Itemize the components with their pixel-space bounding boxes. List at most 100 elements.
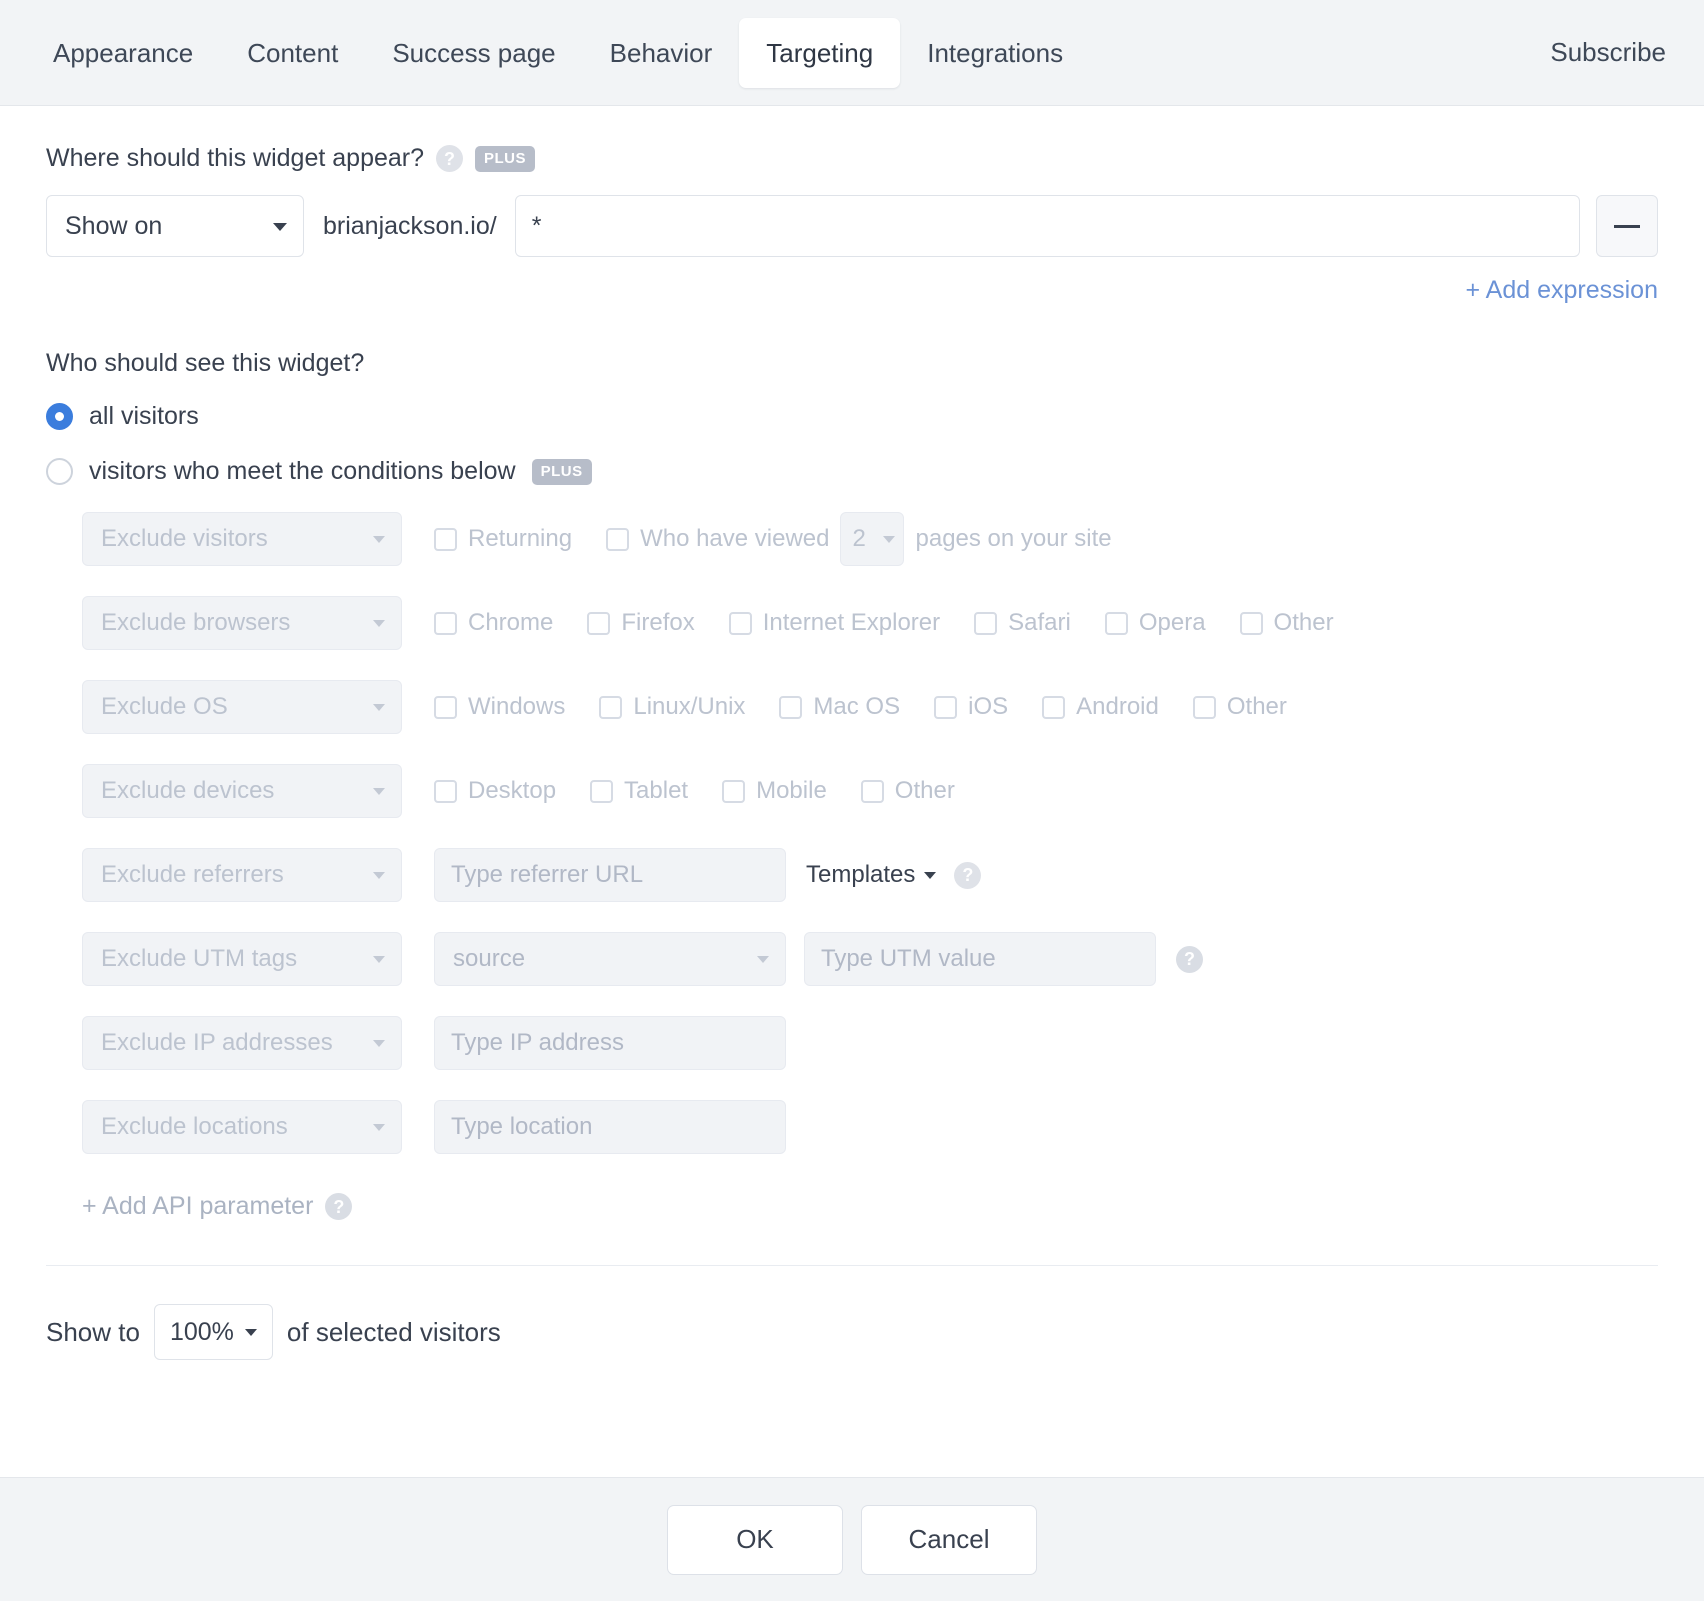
add-expression-link[interactable]: + Add expression <box>46 276 1659 305</box>
condition-row-referrers: Exclude referrers Type referrer URL Temp… <box>82 848 1658 902</box>
tab-behavior[interactable]: Behavior <box>583 18 740 88</box>
checkbox-item-returning: Returning <box>434 525 572 553</box>
radio-icon-all-visitors[interactable] <box>46 403 73 430</box>
checkbox-icon-windows <box>434 695 457 719</box>
dialog-footer: OK Cancel <box>0 1477 1704 1601</box>
pages-suffix-label: pages on your site <box>915 525 1112 552</box>
checkbox-label-mac-os: Mac OS <box>813 693 901 720</box>
checkbox-icon-opera <box>1104 611 1128 635</box>
checkbox-icon-linux-unix <box>599 695 623 719</box>
plus-badge: PLUS <box>475 145 536 172</box>
referrer-url-input: Type referrer URL <box>434 848 786 902</box>
checkbox-label-os-other: Other <box>1226 693 1287 720</box>
url-pattern-input[interactable] <box>514 195 1580 257</box>
checkbox-item-mobile: Mobile <box>722 777 827 805</box>
where-question-row: Where should this widget appear? ? PLUS <box>46 144 1658 173</box>
show-to-prefix-label: Show to <box>46 1316 140 1347</box>
location-input: Type location <box>434 1100 786 1154</box>
checkbox-icon-mac-os <box>779 695 803 719</box>
chevron-down-icon <box>373 956 385 963</box>
checkbox-label-viewed-pages: Who have viewed <box>640 525 830 552</box>
tab-appearance[interactable]: Appearance <box>26 18 220 88</box>
utm-value-placeholder: Type UTM value <box>821 945 996 972</box>
radio-label-conditions: visitors who meet the conditions below <box>89 457 516 485</box>
checkbox-item-firefox: Firefox <box>587 609 695 637</box>
chevron-down-icon <box>882 536 895 543</box>
exclude-browsers-select-value: Exclude browsers <box>101 609 291 636</box>
section-divider <box>46 1265 1658 1266</box>
checkbox-item-tablet: Tablet <box>590 777 688 805</box>
exclude-utm-tags-select-value: Exclude UTM tags <box>101 945 298 972</box>
ok-button[interactable]: OK <box>667 1504 843 1575</box>
checkbox-item-os-other: Other <box>1192 693 1287 721</box>
exclude-devices-select-value: Exclude devices <box>101 777 275 804</box>
checkbox-icon-firefox <box>587 611 611 635</box>
targeting-panel: Where should this widget appear? ? PLUS … <box>0 106 1704 1477</box>
checkbox-label-tablet: Tablet <box>624 777 689 804</box>
referrer-url-placeholder: Type referrer URL <box>451 861 644 888</box>
checkbox-label-ios: iOS <box>968 693 1009 720</box>
exclude-locations-select: Exclude locations <box>82 1100 402 1154</box>
checkbox-icon-chrome <box>434 611 457 635</box>
question-mark-icon[interactable]: ? <box>325 1193 353 1220</box>
question-mark-icon[interactable]: ? <box>1176 945 1203 973</box>
tab-success-page[interactable]: Success page <box>365 18 582 88</box>
exclude-ip-addresses-select: Exclude IP addresses <box>82 1016 402 1070</box>
show-on-rule-row: Show on brianjackson.io/ <box>46 195 1658 257</box>
show-to-percent-value: 100% <box>169 1317 234 1346</box>
chevron-down-icon <box>273 223 287 231</box>
ip-address-input: Type IP address <box>434 1016 786 1070</box>
exclude-os-select: Exclude OS <box>82 680 402 734</box>
remove-expression-button[interactable] <box>1596 195 1658 257</box>
checkbox-icon-safari <box>974 611 998 635</box>
condition-row-browsers: Exclude browsers Chrome Firefox Internet <box>82 596 1658 650</box>
checkbox-item-mac-os: Mac OS <box>779 693 900 721</box>
radio-option-conditions[interactable]: visitors who meet the conditions below P… <box>46 457 1658 486</box>
exclude-referrers-select-value: Exclude referrers <box>101 861 284 888</box>
condition-row-devices: Exclude devices Desktop Tablet Mobile Ot… <box>82 764 1658 818</box>
checkbox-icon-ios <box>934 695 958 719</box>
checkbox-item-linux-unix: Linux/Unix <box>599 693 745 721</box>
templates-dropdown[interactable]: Templates ? <box>806 861 982 889</box>
tab-targeting[interactable]: Targeting <box>739 17 901 88</box>
tab-list: Appearance Content Success page Behavior… <box>26 0 1090 105</box>
pages-count-value: 2 <box>852 525 866 552</box>
chevron-down-icon <box>924 871 937 879</box>
radio-option-all-visitors[interactable]: all visitors <box>46 402 1658 431</box>
checkbox-label-returning: Returning <box>468 525 573 552</box>
exclude-visitors-select: Exclude visitors <box>82 512 402 566</box>
checkbox-icon-desktop <box>434 779 457 803</box>
checkbox-icon-device-other <box>860 779 884 803</box>
question-mark-icon[interactable]: ? <box>954 861 982 889</box>
utm-field-select-value: source <box>453 945 526 972</box>
checkbox-item-ios: iOS <box>934 693 1008 721</box>
tab-integrations[interactable]: Integrations <box>900 18 1090 88</box>
exclude-visitors-select-value: Exclude visitors <box>101 525 268 552</box>
cancel-button[interactable]: Cancel <box>861 1504 1037 1575</box>
checkbox-label-desktop: Desktop <box>468 777 557 804</box>
question-mark-icon[interactable]: ? <box>436 145 464 172</box>
exclude-locations-select-value: Exclude locations <box>101 1113 288 1140</box>
os-options: Windows Linux/Unix Mac OS iOS Android Ot… <box>434 693 1287 721</box>
radio-label-all-visitors: all visitors <box>89 402 199 430</box>
show-to-percent-select[interactable]: 100% <box>153 1304 273 1360</box>
checkbox-item-android: Android <box>1042 693 1159 721</box>
show-on-select[interactable]: Show on <box>46 195 304 257</box>
tab-content[interactable]: Content <box>220 18 365 88</box>
checkbox-label-safari: Safari <box>1008 609 1071 636</box>
subscribe-button[interactable]: Subscribe <box>1538 37 1678 68</box>
checkbox-label-internet-explorer: Internet Explorer <box>762 609 941 636</box>
condition-row-locations: Exclude locations Type location <box>82 1100 1658 1154</box>
exclude-browsers-select: Exclude browsers <box>82 596 402 650</box>
radio-icon-conditions[interactable] <box>46 458 73 485</box>
domain-prefix-label: brianjackson.io/ <box>323 211 497 240</box>
where-question-label: Where should this widget appear? <box>46 144 425 172</box>
checkbox-icon-internet-explorer <box>728 611 752 635</box>
checkbox-icon-viewed-pages <box>606 527 630 551</box>
pages-count-select: 2 <box>839 512 904 566</box>
devices-options: Desktop Tablet Mobile Other <box>434 777 955 805</box>
visitors-options: Returning Who have viewed 2 pages on you… <box>434 512 1112 566</box>
condition-row-utm: Exclude UTM tags source Type UTM value ? <box>82 932 1658 986</box>
minus-icon <box>1614 224 1640 228</box>
add-api-parameter-label: + Add API parameter <box>82 1192 314 1220</box>
